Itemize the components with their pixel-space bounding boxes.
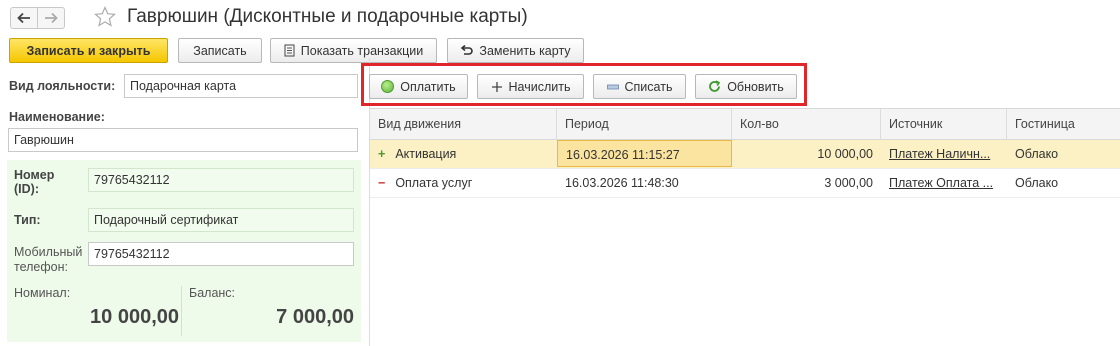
source-link[interactable]: Платеж Оплата ... [889, 176, 993, 190]
source-link[interactable]: Платеж Наличн... [889, 147, 990, 161]
title-bar: Гаврюшин (Дисконтные и подарочные карты) [0, 0, 1120, 36]
cell-quantity: 10 000,00 [817, 147, 873, 161]
column-header-hotel[interactable]: Гостиница [1007, 109, 1120, 140]
window-title: Гаврюшин (Дисконтные и подарочные карты) [127, 6, 528, 27]
show-transactions-label: Показать транзакции [300, 43, 424, 58]
cell-source-link[interactable]: Платеж Наличн... [881, 140, 1007, 168]
column-header-source[interactable]: Источник [881, 109, 1007, 140]
phone-label-line2: телефон: [14, 260, 68, 274]
cell-movement-type: + Активация [370, 140, 557, 168]
cell-hotel: Облако [1015, 176, 1059, 190]
number-label-line2: (ID): [14, 182, 39, 196]
cell-movement-type: − Оплата услуг [370, 169, 557, 197]
undo-icon [461, 44, 474, 55]
star-icon[interactable] [93, 5, 117, 29]
number-label-line1: Номер [14, 168, 55, 182]
name-label: Наименование: [9, 110, 105, 124]
minus-sign-icon: − [378, 176, 386, 190]
save-button[interactable]: Записать [178, 38, 262, 63]
cell-period[interactable]: 16.03.2026 11:15:27 [557, 140, 732, 167]
refresh-label: Обновить [727, 79, 784, 94]
balance-value: 7 000,00 [276, 306, 354, 328]
cell-period[interactable]: 16.03.2026 11:48:30 [557, 169, 732, 197]
phone-label-line1: Мобильный [14, 245, 83, 259]
loyalty-type-field[interactable]: Подарочная карта [124, 74, 358, 98]
type-label: Тип: [14, 213, 41, 227]
refresh-button[interactable]: Обновить [695, 74, 797, 99]
forward-button[interactable] [37, 7, 65, 29]
column-header-period[interactable]: Период [557, 109, 732, 140]
arrow-left-icon [17, 12, 30, 24]
write-off-label: Списать [624, 79, 673, 94]
back-button[interactable] [10, 7, 38, 29]
save-and-close-button[interactable]: Записать и закрыть [9, 38, 168, 63]
cell-hotel: Облако [1015, 147, 1059, 161]
plus-icon [491, 81, 502, 92]
card-number-field[interactable]: 79765432112 [88, 168, 354, 192]
name-field[interactable]: Гаврюшин [8, 128, 358, 152]
balance-label: Баланс: [189, 286, 236, 300]
refresh-icon [709, 80, 721, 92]
accrue-label: Начислить [508, 79, 571, 94]
minus-icon [606, 84, 619, 89]
loyalty-type-label: Вид лояльности: [9, 79, 116, 93]
replace-card-button[interactable]: Заменить карту [447, 38, 584, 63]
show-transactions-button[interactable]: Показать транзакции [270, 38, 437, 63]
plus-sign-icon: + [378, 147, 386, 161]
movement-type-text: Оплата услуг [395, 176, 473, 190]
table-header: Вид движения Период Кол-во Источник Гост… [370, 108, 1120, 140]
phone-field[interactable]: 79765432112 [88, 242, 354, 266]
card-type-field[interactable]: Подарочный сертификат [88, 208, 354, 232]
green-circle-icon [381, 80, 395, 93]
replace-card-label: Заменить карту [479, 43, 571, 58]
pay-label: Оплатить [400, 79, 456, 94]
arrow-right-icon [45, 12, 58, 24]
nominal-label: Номинал: [14, 286, 71, 300]
document-icon [284, 44, 295, 57]
pay-button[interactable]: Оплатить [369, 74, 468, 99]
amount-divider [181, 286, 182, 336]
nominal-value: 10 000,00 [90, 306, 179, 328]
accrue-button[interactable]: Начислить [477, 74, 584, 99]
write-off-button[interactable]: Списать [593, 74, 686, 99]
table-row[interactable]: − Оплата услуг 16.03.2026 11:48:30 3 000,… [370, 169, 1120, 198]
column-header-movement-type[interactable]: Вид движения [370, 109, 557, 140]
movement-type-text: Активация [395, 147, 457, 161]
column-header-quantity[interactable]: Кол-во [732, 109, 881, 140]
cell-source-link[interactable]: Платеж Оплата ... [881, 169, 1007, 197]
table-row[interactable]: + Активация 16.03.2026 11:15:27 10 000,00… [370, 140, 1120, 169]
cell-quantity: 3 000,00 [824, 176, 873, 190]
